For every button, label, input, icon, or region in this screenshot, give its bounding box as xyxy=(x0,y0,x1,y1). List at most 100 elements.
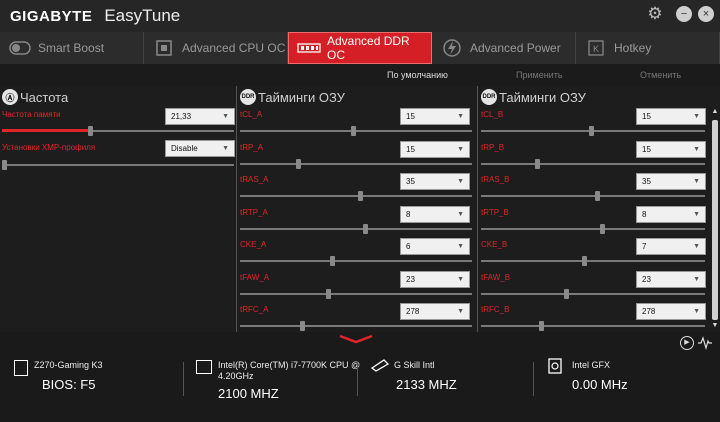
memory-frequency: 2133 MHZ xyxy=(396,377,457,392)
memory-icon xyxy=(370,358,390,377)
scroll-up-arrow-icon[interactable]: ▲ xyxy=(711,108,719,116)
timing-slider-thumb[interactable] xyxy=(599,223,605,234)
memory-vendor: G Skill Intl xyxy=(394,360,435,370)
timing-select[interactable]: 7 ▼ xyxy=(636,238,706,255)
timing-label: tRP_A xyxy=(240,142,264,152)
chevron-down-icon: ▼ xyxy=(457,275,464,283)
timing-slider-thumb[interactable] xyxy=(362,223,368,234)
timing-select[interactable]: 15 ▼ xyxy=(400,140,470,158)
timing-select[interactable]: 278 ▼ xyxy=(636,303,706,320)
close-button[interactable]: × xyxy=(698,6,714,22)
cancel-button[interactable]: Отменить xyxy=(640,70,681,80)
timing-select[interactable]: 15 ▼ xyxy=(636,108,706,125)
minimize-button[interactable]: − xyxy=(676,6,692,22)
tab-label: Advanced Power xyxy=(470,41,561,55)
gpu-frequency: 0.00 MHz xyxy=(572,377,628,392)
play-icon[interactable]: ▶ xyxy=(680,336,694,350)
cpu-icon xyxy=(196,360,212,374)
select-value: 21,33 xyxy=(171,112,192,121)
xmp-profile-slider-track xyxy=(2,164,234,166)
panel-title: Частота xyxy=(20,89,69,105)
timing-slider-thumb[interactable] xyxy=(351,126,357,136)
gear-icon[interactable]: ⚙ xyxy=(646,5,664,24)
memory-frequency-select[interactable]: 21,33 ▼ xyxy=(165,108,235,125)
timing-slider-thumb[interactable] xyxy=(295,158,301,169)
xmp-profile-select[interactable]: Disable ▼ xyxy=(165,140,235,157)
timing-select[interactable]: 35 ▼ xyxy=(400,173,470,190)
timing-select[interactable]: 35 ▼ xyxy=(636,173,706,190)
timing-slider-thumb[interactable] xyxy=(358,191,364,201)
chevron-down-icon[interactable] xyxy=(338,334,374,344)
timing-select[interactable]: 8 ▼ xyxy=(636,205,706,223)
chevron-down-icon: ▼ xyxy=(693,308,700,315)
timing-slider-track xyxy=(240,162,472,165)
timing-slider-track xyxy=(240,227,472,230)
timing-slider-thumb[interactable] xyxy=(588,126,594,136)
tab-advanced-power[interactable]: Advanced Power xyxy=(432,32,576,64)
tab-advanced-cpu-oc[interactable]: Advanced CPU OC xyxy=(144,32,288,64)
timing-slider-track xyxy=(481,227,705,230)
memory-frequency-slider-fill xyxy=(2,129,91,132)
timing-slider-thumb[interactable] xyxy=(300,321,306,331)
timing-slider-thumb[interactable] xyxy=(563,288,569,299)
select-value: 7 xyxy=(642,242,647,251)
memory-frequency-slider-thumb[interactable] xyxy=(88,126,94,136)
timing-label: tRAS_A xyxy=(240,175,269,184)
timing-slider-thumb[interactable] xyxy=(330,256,336,266)
tab-hotkey[interactable]: K Hotkey xyxy=(576,32,720,64)
timing-label: tRFC_A xyxy=(240,305,269,314)
timing-select[interactable]: 6 ▼ xyxy=(400,238,470,255)
timing-label: tCL_A xyxy=(240,110,263,119)
tab-label: Hotkey xyxy=(614,41,652,55)
xmp-profile-label: Установки XMP-профиля xyxy=(2,143,96,152)
chevron-down-icon: ▼ xyxy=(457,308,464,315)
tab-advanced-ddr-oc[interactable]: Advanced DDR OC xyxy=(288,32,432,64)
select-value: 278 xyxy=(406,307,420,316)
timing-label: tRTP_B xyxy=(481,207,509,217)
timing-select[interactable]: 278 ▼ xyxy=(400,303,470,320)
chevron-down-icon: ▼ xyxy=(457,113,464,120)
scroll-down-arrow-icon[interactable]: ▼ xyxy=(711,322,719,330)
scrollbar-thumb[interactable] xyxy=(712,120,718,320)
timing-slider-thumb[interactable] xyxy=(534,158,540,169)
timing-slider-thumb[interactable] xyxy=(539,321,545,331)
tab-label: Smart Boost xyxy=(38,41,105,55)
cpu-model-cont: 4.20GHz xyxy=(218,371,254,381)
timing-select[interactable]: 15 ▼ xyxy=(400,108,470,125)
xmp-profile-slider-thumb[interactable] xyxy=(2,160,7,170)
apply-button[interactable]: Применить xyxy=(516,70,563,80)
ram-module-icon xyxy=(297,39,321,57)
timing-label: CKE_B xyxy=(481,240,508,249)
timing-label: tFAW_A xyxy=(240,272,270,282)
timing-select[interactable]: 23 ▼ xyxy=(636,270,706,288)
timing-select[interactable]: 15 ▼ xyxy=(636,140,706,158)
timing-label: tCL_B xyxy=(481,110,504,119)
timing-slider-thumb[interactable] xyxy=(325,288,331,299)
select-value: 23 xyxy=(406,274,415,284)
vertical-scrollbar[interactable]: ▲ ▼ xyxy=(711,108,719,330)
timing-select[interactable]: 23 ▼ xyxy=(400,270,470,288)
svg-text:K: K xyxy=(593,44,599,54)
waveform-icon[interactable] xyxy=(698,336,712,351)
ddr-icon: DDR xyxy=(240,89,256,105)
select-value: 15 xyxy=(642,112,651,121)
power-toggle-icon xyxy=(8,39,32,57)
timing-slider-track xyxy=(481,195,705,197)
timing-slider-thumb[interactable] xyxy=(595,191,601,201)
timing-slider-thumb[interactable] xyxy=(581,256,587,266)
timing-label: tRTP_A xyxy=(240,207,268,217)
gpu-icon xyxy=(548,358,562,379)
select-value: 6 xyxy=(406,242,411,251)
timings-panel-a: DDR Тайминги ОЗУ tCL_A 15 ▼ tRP_A 15 ▼ tRAS_A 3… xyxy=(238,86,478,332)
default-button[interactable]: По умолчанию xyxy=(387,70,448,80)
lightning-icon xyxy=(440,39,464,57)
system-info-bar: ▶ Z270-Gaming K3 BIOS: F5 Intel(R) Core(… xyxy=(0,332,720,422)
panel-title: Тайминги ОЗУ xyxy=(499,89,586,105)
timing-select[interactable]: 8 ▼ xyxy=(400,205,470,223)
cpu-chip-icon xyxy=(152,39,176,57)
timing-label: tRP_B xyxy=(481,142,505,152)
tab-smart-boost[interactable]: Smart Boost xyxy=(0,32,144,64)
select-value: Disable xyxy=(171,144,198,153)
divider xyxy=(357,362,358,396)
bios-version: BIOS: F5 xyxy=(42,377,96,392)
